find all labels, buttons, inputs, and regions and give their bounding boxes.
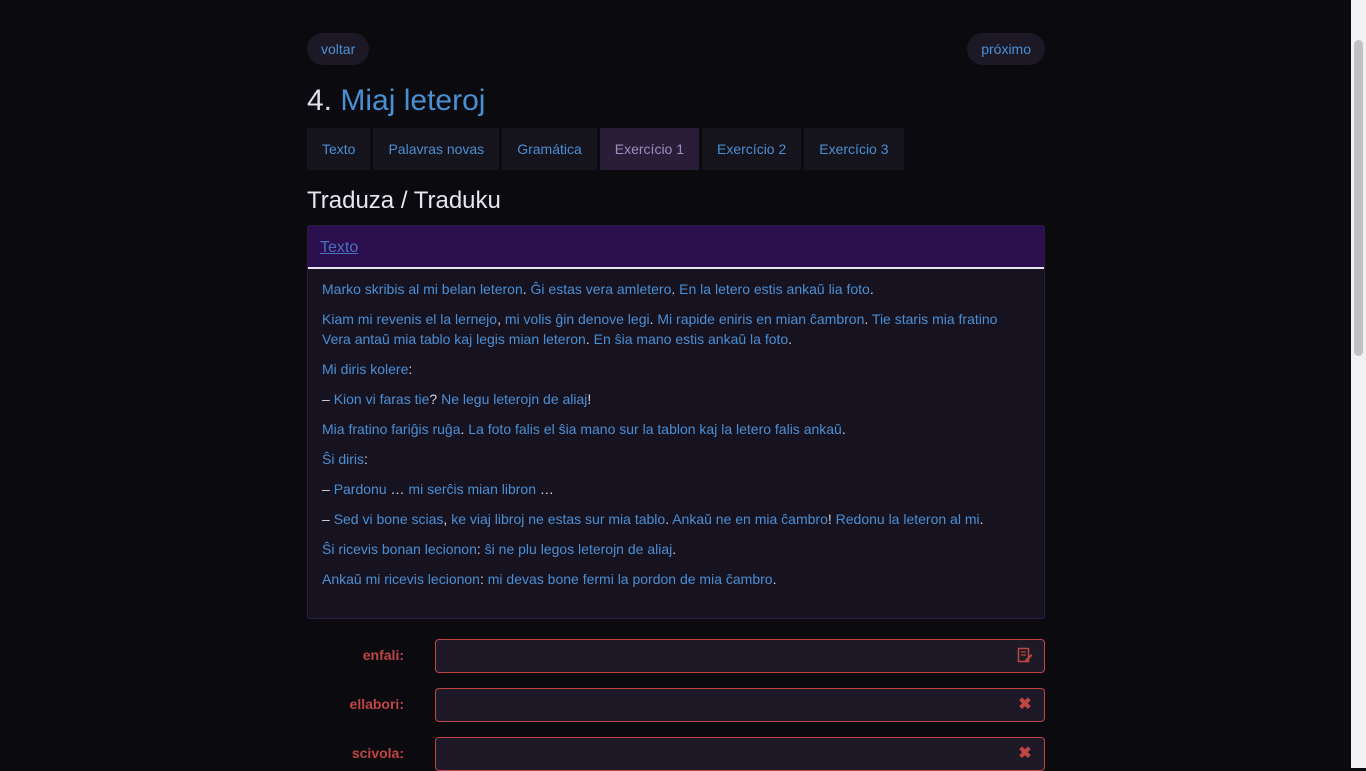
punctuation: – bbox=[322, 391, 334, 407]
sentence-fragment[interactable]: Ĝi estas vera amletero bbox=[531, 281, 672, 297]
text-paragraph: – Kion vi faras tie? Ne legu leterojn de… bbox=[322, 389, 1030, 409]
text-paragraph: Ŝi diris: bbox=[322, 449, 1030, 469]
lesson-title: 4. Miaj leteroj bbox=[307, 84, 485, 118]
punctuation: . bbox=[672, 541, 677, 557]
text-panel-toggle-link[interactable]: Texto bbox=[320, 239, 358, 256]
vocab-field: ✖ bbox=[435, 737, 1045, 771]
punctuation: . bbox=[671, 281, 680, 297]
sentence-fragment[interactable]: Mi rapide eniris en mian ĉambron bbox=[657, 311, 864, 327]
sentence-fragment[interactable]: Mia fratino fariĝis ruĝa bbox=[322, 421, 461, 437]
vocab-input-enfali[interactable] bbox=[436, 640, 1016, 672]
punctuation: – bbox=[322, 511, 334, 527]
vocab-row-scivola: scivola: ✖ bbox=[307, 737, 1045, 771]
tab-exercicio-1[interactable]: Exercício 1 bbox=[599, 128, 700, 170]
vocab-input-scivola[interactable] bbox=[436, 738, 1016, 770]
sentence-fragment[interactable]: Pardonu bbox=[334, 481, 387, 497]
punctuation: … bbox=[386, 481, 409, 497]
sentence-fragment[interactable]: Mi diris kolere bbox=[322, 361, 408, 377]
text-paragraph: – Pardonu … mi serĉis mian libron … bbox=[322, 479, 1030, 499]
sentence-fragment[interactable]: mi volis ĝin denove legi bbox=[505, 311, 650, 327]
lesson-number: 4. bbox=[307, 84, 333, 117]
sentence-fragment[interactable]: Ne legu leterojn de aliaj bbox=[441, 391, 587, 407]
edit-icon[interactable] bbox=[1016, 647, 1034, 665]
sentence-fragment[interactable]: mi serĉis mian libron bbox=[408, 481, 536, 497]
vocab-input-ellabori[interactable] bbox=[436, 689, 1016, 721]
text-paragraph: Ankaŭ mi ricevis lecionon: mi devas bone… bbox=[322, 569, 1030, 589]
sentence-fragment[interactable]: Ŝi diris bbox=[322, 451, 364, 467]
punctuation: . bbox=[979, 511, 984, 527]
close-icon[interactable]: ✖ bbox=[1016, 745, 1034, 763]
text-panel-header: Texto bbox=[308, 226, 1044, 269]
tab-palavras-novas[interactable]: Palavras novas bbox=[373, 128, 500, 170]
punctuation: . bbox=[864, 311, 872, 327]
text-paragraph: Marko skribis al mi belan leteron. Ĝi es… bbox=[322, 279, 1030, 299]
sentence-fragment[interactable]: Kion vi faras tie bbox=[334, 391, 430, 407]
next-button[interactable]: próximo bbox=[967, 33, 1045, 65]
tab-gramatica[interactable]: Gramática bbox=[502, 128, 597, 170]
punctuation: : bbox=[476, 541, 485, 557]
vocab-field bbox=[435, 639, 1045, 673]
tab-texto[interactable]: Texto bbox=[307, 128, 371, 170]
scrollbar-thumb[interactable] bbox=[1354, 40, 1363, 356]
punctuation: : bbox=[364, 451, 368, 467]
text-paragraph: Mia fratino fariĝis ruĝa. La foto falis … bbox=[322, 419, 1030, 439]
punctuation: ! bbox=[827, 511, 836, 527]
vocab-row-ellabori: ellabori: ✖ bbox=[307, 688, 1045, 722]
sentence-fragment[interactable]: Ankaŭ ne en mia ĉambro bbox=[672, 511, 828, 527]
punctuation: . bbox=[522, 281, 531, 297]
tab-exercicio-3[interactable]: Exercício 3 bbox=[804, 128, 904, 170]
vocab-label: ellabori: bbox=[349, 696, 404, 712]
sentence-fragment[interactable]: Sed vi bone scias bbox=[334, 511, 444, 527]
sentence-fragment[interactable]: Ŝi ricevis bonan lecionon bbox=[322, 541, 477, 557]
close-icon[interactable]: ✖ bbox=[1016, 696, 1034, 714]
sentence-fragment[interactable]: ŝi ne plu legos leterojn de aliaj bbox=[485, 541, 673, 557]
page-scrollbar[interactable] bbox=[1351, 0, 1366, 768]
text-paragraph: Ŝi ricevis bonan lecionon: ŝi ne plu leg… bbox=[322, 539, 1030, 559]
lesson-name: Miaj leteroj bbox=[340, 84, 486, 117]
edit-icon-graphic bbox=[1017, 647, 1033, 663]
lesson-tabs: Texto Palavras novas Gramática Exercício… bbox=[307, 128, 907, 170]
vocab-label: enfali: bbox=[362, 647, 404, 663]
punctuation: ! bbox=[587, 391, 592, 407]
punctuation: . bbox=[869, 281, 874, 297]
vocab-label: scivola: bbox=[351, 745, 404, 761]
sentence-fragment[interactable]: mi devas bone fermi la pordon de mia ĉam… bbox=[488, 571, 773, 587]
punctuation: – bbox=[322, 481, 334, 497]
vocab-field: ✖ bbox=[435, 688, 1045, 722]
text-paragraph: – Sed vi bone scias, ke viaj libroj ne e… bbox=[322, 509, 1030, 529]
text-panel-body: Marko skribis al mi belan leteron. Ĝi es… bbox=[308, 269, 1044, 589]
sentence-fragment[interactable]: Kiam mi revenis el la lernejo bbox=[322, 311, 497, 327]
sentence-fragment[interactable]: ke viaj libroj ne estas sur mia tablo bbox=[451, 511, 665, 527]
punctuation: : bbox=[408, 361, 413, 377]
sentence-fragment[interactable]: La foto falis el ŝia mano sur la tablon … bbox=[468, 421, 842, 437]
punctuation: ? bbox=[429, 391, 442, 407]
lesson-navigation: voltar próximo bbox=[307, 33, 1045, 65]
text-paragraph: Kiam mi revenis el la lernejo, mi volis … bbox=[322, 309, 1030, 349]
punctuation: . bbox=[585, 331, 594, 347]
tab-exercicio-2[interactable]: Exercício 2 bbox=[702, 128, 802, 170]
punctuation: . bbox=[788, 331, 793, 347]
punctuation: : bbox=[479, 571, 488, 587]
sentence-fragment[interactable]: En la letero estis ankaŭ lia foto bbox=[679, 281, 870, 297]
text-panel: Texto Marko skribis al mi belan leteron.… bbox=[307, 225, 1045, 619]
back-button[interactable]: voltar bbox=[307, 33, 370, 65]
vocab-row-enfali: enfali: bbox=[307, 639, 1045, 673]
sentence-fragment[interactable]: Redonu la leteron al mi bbox=[836, 511, 980, 527]
punctuation: , bbox=[497, 311, 505, 327]
punctuation: . bbox=[841, 421, 846, 437]
sentence-fragment[interactable]: Marko skribis al mi belan leteron bbox=[322, 281, 523, 297]
sentence-fragment[interactable]: Ankaŭ mi ricevis lecionon bbox=[322, 571, 480, 587]
text-paragraph: Mi diris kolere: bbox=[322, 359, 1030, 379]
punctuation: … bbox=[536, 481, 554, 497]
sentence-fragment[interactable]: En ŝia mano estis ankaŭ la foto bbox=[594, 331, 789, 347]
section-title: Traduza / Traduku bbox=[307, 187, 501, 214]
punctuation: . bbox=[772, 571, 777, 587]
